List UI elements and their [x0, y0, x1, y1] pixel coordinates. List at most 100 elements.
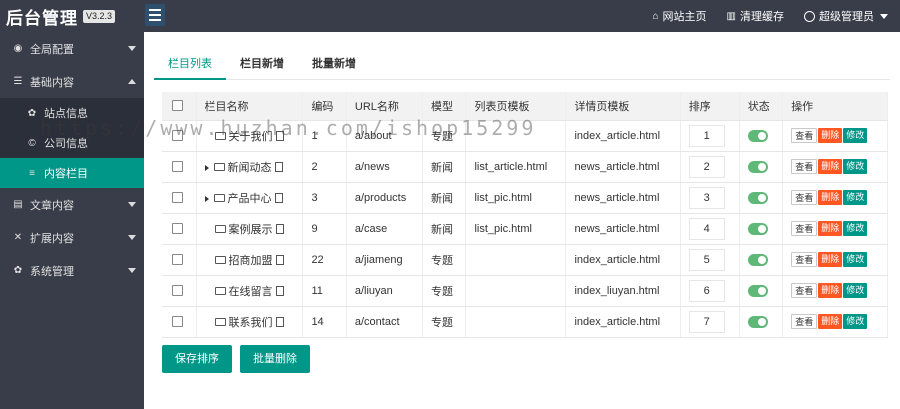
sort-cell: [680, 182, 740, 214]
batch-delete-button[interactable]: 批量删除: [240, 345, 310, 373]
sidebar-item-content-columns[interactable]: ≡ 内容栏目: [0, 158, 144, 188]
row-select-cell: [162, 306, 197, 338]
view-button[interactable]: 查看: [791, 283, 818, 298]
clear-cache-link[interactable]: ▥ 清理缓存: [727, 8, 784, 24]
brand: 后台管理 V3.2.3: [0, 0, 144, 32]
sidebar-item-article-content[interactable]: ▤ 文章内容: [0, 188, 144, 221]
code-cell: 11: [302, 275, 347, 307]
edit-button[interactable]: 修改: [843, 128, 868, 143]
view-button[interactable]: 查看: [791, 159, 818, 174]
status-cell: [739, 275, 784, 307]
view-button[interactable]: 查看: [791, 190, 818, 205]
col-header-name: 栏目名称: [196, 92, 304, 121]
sort-input[interactable]: [688, 217, 725, 240]
sidebar-item-basic-content[interactable]: ☰ 基础内容: [0, 65, 144, 98]
status-toggle[interactable]: [747, 129, 768, 142]
sidebar-item-site-info[interactable]: ✿ 站点信息: [0, 98, 144, 128]
delete-button[interactable]: 删除: [818, 252, 843, 267]
sidebar-item-global-config[interactable]: ◉ 全局配置: [0, 32, 144, 65]
row-checkbox[interactable]: [172, 223, 183, 235]
list-template-cell: [465, 244, 567, 276]
sort-input[interactable]: [688, 248, 725, 271]
document-icon: [275, 316, 284, 327]
sidebar-item-label: 公司信息: [44, 138, 88, 150]
sort-input[interactable]: [688, 279, 725, 302]
save-sort-button[interactable]: 保存排序: [162, 345, 232, 373]
edit-button[interactable]: 修改: [843, 314, 868, 329]
url-cell: a/about: [346, 120, 424, 152]
expand-icon: ✕: [13, 232, 23, 243]
sort-input[interactable]: [688, 310, 725, 333]
status-toggle[interactable]: [747, 191, 768, 204]
actions-cell: 查看 删除 修改: [782, 120, 888, 152]
edit-button[interactable]: 修改: [843, 252, 868, 267]
status-toggle[interactable]: [747, 222, 768, 235]
home-link[interactable]: ⌂ 网站主页: [653, 8, 707, 24]
sidebar-item-label: 扩展内容: [30, 232, 74, 245]
expand-arrow-icon[interactable]: [204, 164, 209, 171]
select-all-checkbox[interactable]: [172, 100, 183, 112]
url-cell: a/contact: [346, 306, 424, 338]
model-cell: 新闻: [422, 213, 467, 245]
view-button[interactable]: 查看: [791, 128, 818, 143]
column-name: 新闻动态: [227, 161, 272, 174]
delete-button[interactable]: 删除: [818, 128, 843, 143]
status-toggle[interactable]: [747, 284, 768, 297]
delete-button[interactable]: 删除: [818, 159, 843, 174]
tab-batch-add[interactable]: 批量新增: [298, 52, 370, 80]
main-content: 栏目列表 栏目新增 批量新增 栏目名称 编码 URL名称 模型 列表页模板 详情…: [144, 32, 900, 409]
folder-icon: [213, 162, 225, 171]
row-select-cell: [162, 275, 197, 307]
sort-input[interactable]: [688, 124, 725, 147]
detail-template-cell: news_article.html: [565, 182, 681, 214]
row-checkbox[interactable]: [172, 192, 183, 204]
menu-toggle-button[interactable]: [145, 4, 165, 26]
name-cell: 案例展示: [196, 213, 304, 245]
column-name: 关于我们: [228, 130, 273, 143]
row-checkbox[interactable]: [172, 254, 183, 266]
row-checkbox[interactable]: [172, 316, 183, 328]
row-checkbox[interactable]: [172, 130, 183, 142]
user-menu[interactable]: 超级管理员: [804, 8, 888, 24]
home-icon: ⌂: [652, 10, 659, 22]
actions-cell: 查看 删除 修改: [782, 244, 888, 276]
url-cell: a/liuyan: [346, 275, 424, 307]
status-toggle[interactable]: [747, 160, 768, 173]
table-body: 关于我们1a/about专题index_article.html查看删除修改新闻…: [162, 120, 888, 338]
tab-column-add[interactable]: 栏目新增: [226, 52, 298, 80]
column-name: 产品中心: [227, 192, 272, 205]
copyright-icon: ©: [28, 137, 36, 149]
app-title: 后台管理: [6, 8, 78, 28]
sidebar-item-extended-content[interactable]: ✕ 扩展内容: [0, 221, 144, 254]
gear-icon: ✿: [27, 107, 37, 119]
detail-template-cell: news_article.html: [565, 151, 681, 183]
row-checkbox[interactable]: [172, 161, 183, 173]
view-button[interactable]: 查看: [791, 221, 818, 236]
view-button[interactable]: 查看: [791, 252, 818, 267]
expand-arrow-icon[interactable]: [204, 195, 209, 202]
delete-button[interactable]: 删除: [818, 283, 843, 298]
tab-column-list[interactable]: 栏目列表: [154, 52, 226, 80]
sidebar-item-company-info[interactable]: © 公司信息: [0, 128, 144, 158]
col-header-status: 状态: [739, 92, 784, 121]
edit-button[interactable]: 修改: [843, 221, 868, 236]
sidebar-item-system-management[interactable]: ✿ 系统管理: [0, 254, 144, 287]
delete-button[interactable]: 删除: [818, 190, 843, 205]
edit-button[interactable]: 修改: [843, 190, 868, 205]
view-button[interactable]: 查看: [791, 314, 818, 329]
file-icon: ▤: [13, 199, 23, 210]
sidebar-item-label: 站点信息: [44, 108, 88, 120]
status-toggle[interactable]: [747, 315, 768, 328]
edit-button[interactable]: 修改: [843, 283, 868, 298]
status-toggle[interactable]: [747, 253, 768, 266]
row-checkbox[interactable]: [172, 285, 183, 297]
delete-button[interactable]: 删除: [818, 314, 843, 329]
table-row: 在线留言 11a/liuyan专题 index_liuyan.html 查看删除修改: [162, 275, 888, 307]
delete-button[interactable]: 删除: [818, 221, 843, 236]
list-template-cell: list_pic.html: [465, 213, 567, 245]
model-cell: 专题: [422, 275, 467, 307]
sort-input[interactable]: [688, 155, 725, 178]
edit-button[interactable]: 修改: [843, 159, 868, 174]
sort-input[interactable]: [688, 186, 725, 209]
table-row: 招商加盟 22a/jiameng专题 index_article.html 查看删除修…: [162, 244, 888, 276]
